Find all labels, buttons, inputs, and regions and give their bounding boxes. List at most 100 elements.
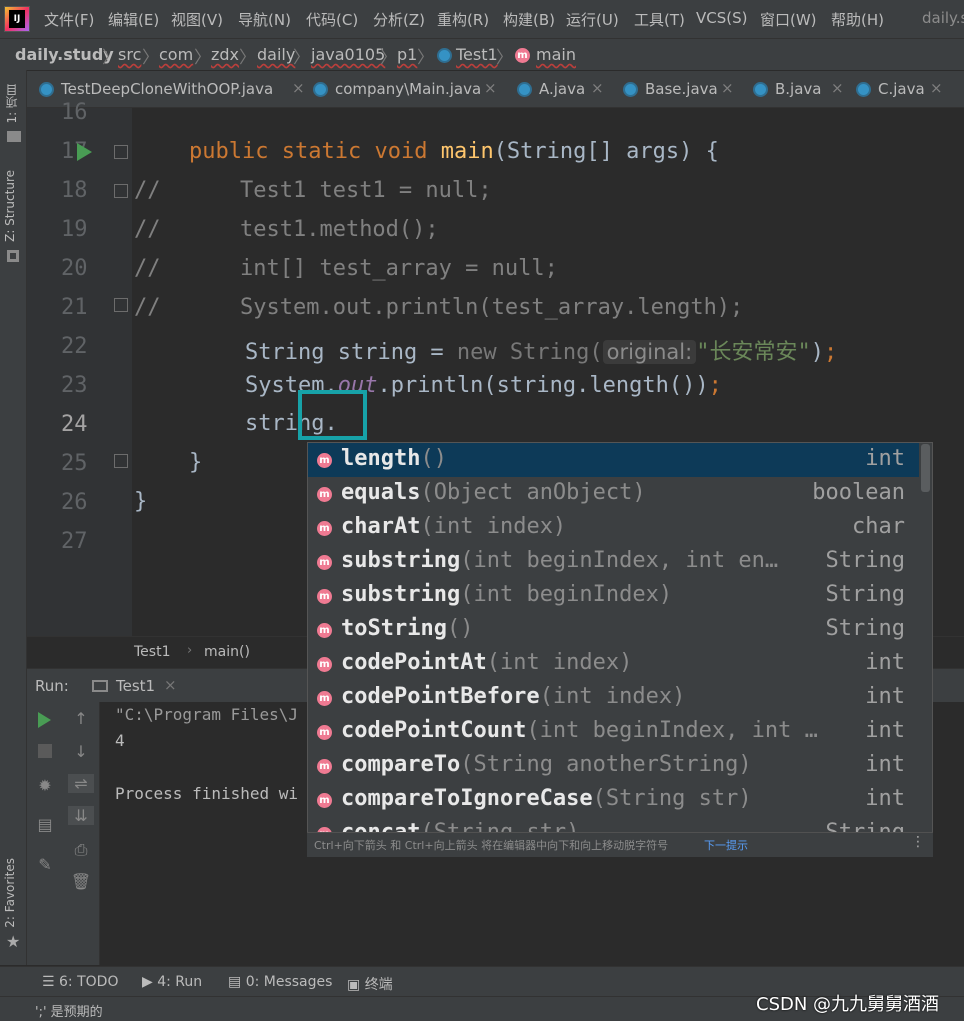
fold-icon[interactable] <box>114 298 128 312</box>
popup-scrollbar[interactable] <box>921 444 930 492</box>
bug-icon[interactable]: ✹ <box>32 776 58 795</box>
menu-vcs[interactable]: VCS(S) <box>696 9 747 27</box>
completion-item[interactable]: m equals(Object anObject) boolean <box>308 477 919 511</box>
close-icon[interactable]: × <box>721 79 734 97</box>
breadcrumb-main[interactable]: main <box>536 45 576 64</box>
completion-item[interactable]: m charAt(int index) char <box>308 511 919 545</box>
breadcrumb-project[interactable]: daily.study <box>15 45 114 64</box>
semicolon: ; <box>708 373 722 398</box>
breadcrumb-com[interactable]: com <box>159 45 193 64</box>
menu-code[interactable]: 代码(C) <box>306 9 358 30</box>
close-icon[interactable]: × <box>292 79 305 97</box>
run-gutter-icon[interactable] <box>77 143 92 161</box>
terminal-tab[interactable]: ▣ 终端 <box>347 974 393 994</box>
messages-icon: ▤ <box>228 974 246 990</box>
menu-view[interactable]: 视图(V) <box>171 9 223 30</box>
fold-icon[interactable] <box>114 454 128 468</box>
tab-label: Base.java <box>645 80 718 98</box>
arrow-up-icon[interactable]: ↑ <box>68 709 94 728</box>
structure-icon <box>7 250 19 262</box>
stop-icon[interactable] <box>38 744 52 758</box>
completion-item[interactable]: m toString() String <box>308 613 919 647</box>
tab-b[interactable]: B.java × <box>753 71 853 107</box>
code-line-21[interactable]: // System.out.println(test_array.length)… <box>134 295 743 320</box>
structure-tool-tab[interactable]: Z: Structure <box>3 170 17 242</box>
menu-file[interactable]: 文件(F) <box>44 9 94 30</box>
fold-icon[interactable] <box>114 184 128 198</box>
menu-refactor[interactable]: 重构(R) <box>437 9 489 30</box>
close-icon[interactable]: × <box>831 79 844 97</box>
breadcrumb-src[interactable]: src <box>118 45 141 64</box>
code-line-26[interactable]: } <box>134 489 147 514</box>
code-line-18[interactable]: // Test1 test1 = null; <box>134 178 492 203</box>
run-tab[interactable]: ▶ 4: Run <box>142 974 202 990</box>
breadcrumb-daily[interactable]: daily <box>257 45 295 64</box>
scroll-to-end-icon[interactable]: ⇊ <box>68 806 94 825</box>
todo-tab[interactable]: ☰ 6: TODO <box>42 974 118 990</box>
trash-icon[interactable]: 🗑 <box>68 872 94 891</box>
menu-build[interactable]: 构建(B) <box>503 9 555 30</box>
keyword: static <box>281 139 362 164</box>
soft-wrap-icon[interactable]: ⇌ <box>68 774 94 793</box>
project-tool-tab[interactable]: 1: 项目 <box>3 84 20 124</box>
close-icon[interactable]: × <box>591 79 604 97</box>
closing-brace: } <box>134 489 148 514</box>
chevron-right-icon: 〉 <box>239 48 256 68</box>
breadcrumb-java0105[interactable]: java0105 <box>311 45 385 64</box>
completion-name: substring <box>341 582 461 607</box>
menu-analyze[interactable]: 分析(Z) <box>373 9 425 30</box>
completion-item[interactable]: m codePointAt(int index) int <box>308 647 919 681</box>
breadcrumb-p1[interactable]: p1 <box>397 45 417 64</box>
run-tab-test1[interactable]: Test1 <box>116 677 155 695</box>
messages-tab[interactable]: ▤ 0: Messages <box>228 974 332 990</box>
tab-company-main[interactable]: company\Main.java × <box>313 71 513 107</box>
code-line-22[interactable]: String string = new String(original: "长安常… <box>245 334 837 366</box>
close-icon[interactable]: × <box>164 676 177 694</box>
completion-item[interactable]: m substring(int beginIndex, int en… String <box>308 545 919 579</box>
favorites-tool-tab[interactable]: 2: Favorites <box>3 858 17 928</box>
watermark: CSDN @九九舅舅酒酒 <box>756 994 940 1015</box>
code-line-17[interactable]: public static void main(String[] args) { <box>189 139 719 164</box>
layout-icon[interactable]: ▤ <box>32 815 58 834</box>
arrow-down-icon[interactable]: ↓ <box>68 742 94 761</box>
completion-item[interactable]: m length() int <box>308 443 919 477</box>
code-line-20[interactable]: // int[] test_array = null; <box>134 256 558 281</box>
menu-help[interactable]: 帮助(H) <box>831 9 884 30</box>
completion-name: substring <box>341 548 461 573</box>
breadcrumb-test1[interactable]: Test1 <box>456 45 498 64</box>
code-line-19[interactable]: // test1.method(); <box>134 217 439 242</box>
completion-item[interactable]: m substring(int beginIndex) String <box>308 579 919 613</box>
completion-type: int <box>865 684 905 709</box>
tab-base[interactable]: Base.java × <box>623 71 741 107</box>
close-icon[interactable]: × <box>930 79 943 97</box>
rerun-icon[interactable] <box>38 712 51 728</box>
print-icon[interactable]: ⎙ <box>68 840 94 860</box>
next-tip-link[interactable]: 下一提示 <box>704 837 748 853</box>
completion-params: () <box>420 446 447 471</box>
menu-run[interactable]: 运行(U) <box>566 9 619 30</box>
menu-navigate[interactable]: 导航(N) <box>238 9 291 30</box>
menu-tools[interactable]: 工具(T) <box>634 9 685 30</box>
line-number: 25 <box>61 451 88 476</box>
completion-item[interactable]: mconcat(String str)String <box>308 817 919 832</box>
tab-c[interactable]: C.java × <box>856 71 956 107</box>
crumb-class[interactable]: Test1 <box>134 644 170 660</box>
method-icon: m <box>317 759 332 774</box>
completion-item[interactable]: m compareToIgnoreCase(String str) int <box>308 783 919 817</box>
breadcrumb-zdx[interactable]: zdx <box>211 45 239 64</box>
code-line-25[interactable]: } <box>189 450 202 475</box>
menu-edit[interactable]: 编辑(E) <box>108 9 159 30</box>
more-icon[interactable]: ⋮ <box>911 834 925 850</box>
completion-name: charAt <box>341 514 421 539</box>
close-icon[interactable]: × <box>484 79 497 97</box>
fold-icon[interactable] <box>114 145 128 159</box>
crumb-method[interactable]: main() <box>204 644 250 660</box>
menu-window[interactable]: 窗口(W) <box>760 9 817 30</box>
tab-a[interactable]: A.java × <box>517 71 617 107</box>
completion-item[interactable]: m codePointBefore(int index) int <box>308 681 919 715</box>
completion-item[interactable]: m codePointCount(int beginIndex, int … int <box>308 715 919 749</box>
pin-icon[interactable]: ✎ <box>32 855 58 874</box>
semicolon: ; <box>823 340 838 365</box>
completion-item[interactable]: m compareTo(String anotherString) int <box>308 749 919 783</box>
method-icon: m <box>317 521 332 536</box>
